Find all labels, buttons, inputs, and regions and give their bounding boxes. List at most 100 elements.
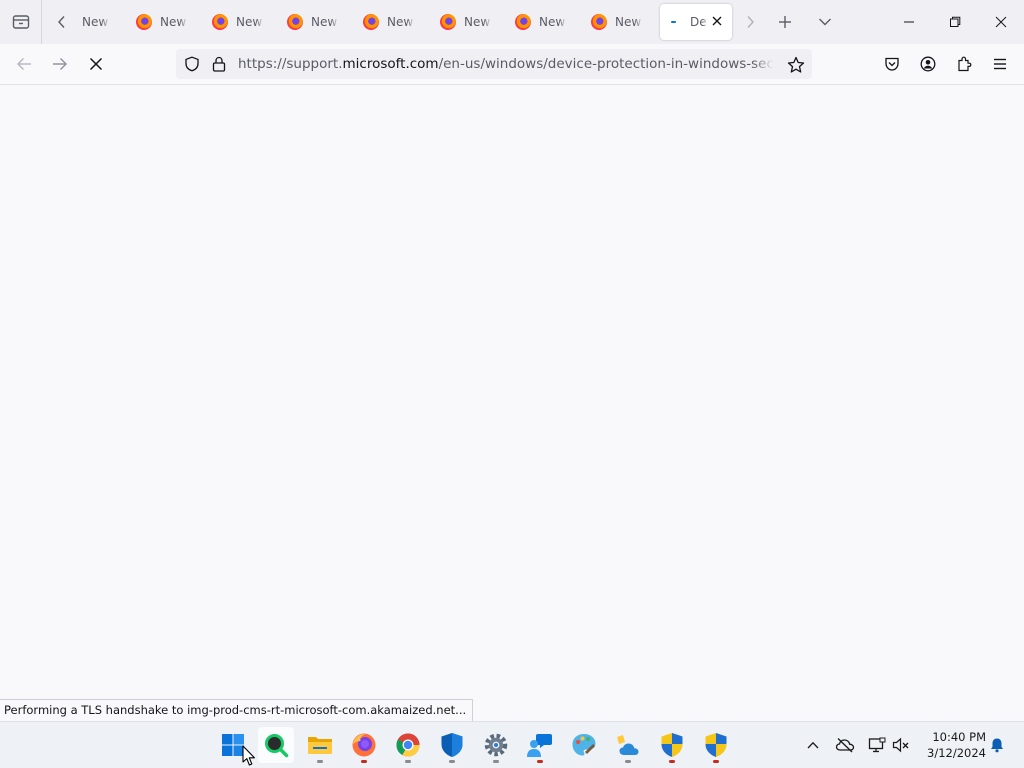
search-app-icon bbox=[265, 734, 289, 758]
arrow-right-icon bbox=[53, 58, 67, 70]
running-indicator bbox=[537, 760, 543, 763]
settings-icon bbox=[484, 733, 508, 757]
onedrive-tray-button[interactable] bbox=[834, 734, 856, 756]
navigation-toolbar: https://support.microsoft.com/en-us/wind… bbox=[0, 44, 1024, 85]
uac-shield-icon bbox=[705, 733, 727, 757]
firefox-view-button[interactable] bbox=[0, 0, 42, 44]
running-indicator bbox=[713, 760, 719, 763]
clock-button[interactable]: 10:40 PM 3/12/2024 bbox=[920, 729, 986, 761]
restore-button[interactable] bbox=[932, 0, 978, 44]
tab-title: New Tab bbox=[236, 15, 264, 29]
running-indicator bbox=[361, 760, 367, 763]
arrow-left-icon bbox=[17, 58, 31, 70]
tab[interactable]: New Tab bbox=[432, 8, 494, 36]
url-path: /en-us/windows/device-protection-in-wind… bbox=[438, 56, 774, 72]
quick-assist-icon bbox=[527, 734, 552, 757]
minimize-icon bbox=[904, 21, 914, 23]
active-tab[interactable]: Device protection in Windows Security bbox=[660, 4, 732, 40]
url-text[interactable]: https://support.microsoft.com/en-us/wind… bbox=[238, 56, 774, 72]
account-button[interactable] bbox=[914, 50, 942, 78]
hamburger-menu-icon bbox=[994, 58, 1006, 70]
close-icon bbox=[995, 16, 1007, 28]
tab-title: New Tab bbox=[160, 15, 188, 29]
close-window-button[interactable] bbox=[978, 0, 1024, 44]
loading-indicator-icon bbox=[671, 21, 676, 23]
chevron-left-icon bbox=[58, 16, 65, 28]
taskbar-paint[interactable] bbox=[566, 727, 602, 763]
tab-title: New Tab bbox=[82, 15, 110, 29]
taskbar-search-app[interactable] bbox=[258, 727, 294, 763]
forward-button[interactable] bbox=[46, 50, 74, 78]
tab-title: Device protection in Windows Security bbox=[690, 15, 708, 29]
network-tray-button[interactable] bbox=[866, 734, 888, 756]
taskbar-windows-security[interactable] bbox=[434, 727, 470, 763]
network-icon bbox=[868, 737, 886, 753]
firefox-favicon-icon bbox=[591, 14, 607, 30]
firefox-icon bbox=[352, 733, 376, 757]
pocket-button[interactable] bbox=[878, 50, 906, 78]
address-bar[interactable]: https://support.microsoft.com/en-us/wind… bbox=[176, 49, 812, 79]
bookmark-star-button[interactable] bbox=[786, 55, 806, 75]
firefox-favicon-icon bbox=[212, 14, 228, 30]
list-all-tabs-button[interactable] bbox=[811, 8, 839, 36]
status-panel: Performing a TLS handshake to img-prod-c… bbox=[0, 699, 474, 721]
tab-title: New Tab bbox=[615, 15, 643, 29]
plus-icon bbox=[779, 16, 791, 28]
minimize-button[interactable] bbox=[886, 0, 932, 44]
taskbar-quick-assist[interactable] bbox=[522, 727, 558, 763]
taskbar-uac-shield-2[interactable] bbox=[698, 727, 734, 763]
clock-date: 3/12/2024 bbox=[927, 746, 986, 760]
firefox-favicon-icon bbox=[440, 14, 456, 30]
tab[interactable]: New Tab bbox=[355, 8, 417, 36]
chevron-up-icon bbox=[807, 741, 819, 749]
file-explorer-icon bbox=[308, 737, 332, 754]
puzzle-icon bbox=[958, 56, 972, 72]
tab-title: New Tab bbox=[387, 15, 415, 29]
lock-icon[interactable] bbox=[212, 56, 226, 76]
chevron-right-icon bbox=[747, 16, 754, 28]
page-content-area[interactable] bbox=[0, 85, 1024, 721]
tab-title: New Tab bbox=[464, 15, 492, 29]
new-tab-button[interactable] bbox=[771, 8, 799, 36]
notifications-button[interactable] bbox=[986, 734, 1008, 756]
show-hidden-icons-button[interactable] bbox=[802, 734, 824, 756]
firefox-favicon-icon bbox=[287, 14, 303, 30]
url-domain: microsoft.com bbox=[342, 56, 439, 72]
tab-title: New Tab bbox=[311, 15, 339, 29]
taskbar-firefox[interactable] bbox=[346, 727, 382, 763]
app-menu-button[interactable] bbox=[986, 50, 1014, 78]
star-icon bbox=[787, 56, 805, 73]
tab[interactable]: New Tab bbox=[583, 8, 645, 36]
windows-security-icon bbox=[441, 733, 463, 757]
account-icon bbox=[920, 56, 936, 72]
running-indicator bbox=[449, 760, 455, 763]
taskbar-onedrive-folder[interactable] bbox=[610, 727, 646, 763]
paint-icon bbox=[572, 734, 596, 756]
taskbar-uac-shield-1[interactable] bbox=[654, 727, 690, 763]
stop-loading-button[interactable] bbox=[82, 50, 110, 78]
restore-icon bbox=[950, 16, 961, 27]
firefox-favicon-icon bbox=[515, 14, 531, 30]
running-indicator bbox=[317, 760, 323, 763]
volume-muted-icon bbox=[892, 737, 909, 753]
tab[interactable]: New Tab bbox=[204, 8, 266, 36]
running-indicator bbox=[625, 760, 631, 763]
taskbar-file-explorer[interactable] bbox=[302, 727, 338, 763]
extensions-button[interactable] bbox=[950, 50, 978, 78]
taskbar-chrome[interactable] bbox=[390, 727, 426, 763]
stop-icon bbox=[89, 57, 103, 71]
firefox-favicon-icon bbox=[363, 14, 379, 30]
tab[interactable]: New Tab bbox=[507, 8, 569, 36]
volume-tray-button[interactable] bbox=[890, 734, 912, 756]
close-tab-button[interactable] bbox=[710, 14, 724, 28]
chrome-icon bbox=[396, 733, 420, 757]
tab[interactable]: New Tab bbox=[279, 8, 341, 36]
mouse-cursor-icon bbox=[242, 745, 255, 766]
taskbar-settings[interactable] bbox=[478, 727, 514, 763]
tab[interactable]: New Tab bbox=[128, 8, 190, 36]
cloud-offline-icon bbox=[835, 738, 855, 753]
tracking-protection-shield-icon[interactable] bbox=[184, 56, 200, 76]
tab-scroll-right-button[interactable] bbox=[736, 8, 764, 36]
tab-scroll-left-button[interactable] bbox=[48, 8, 76, 36]
back-button[interactable] bbox=[10, 50, 38, 78]
